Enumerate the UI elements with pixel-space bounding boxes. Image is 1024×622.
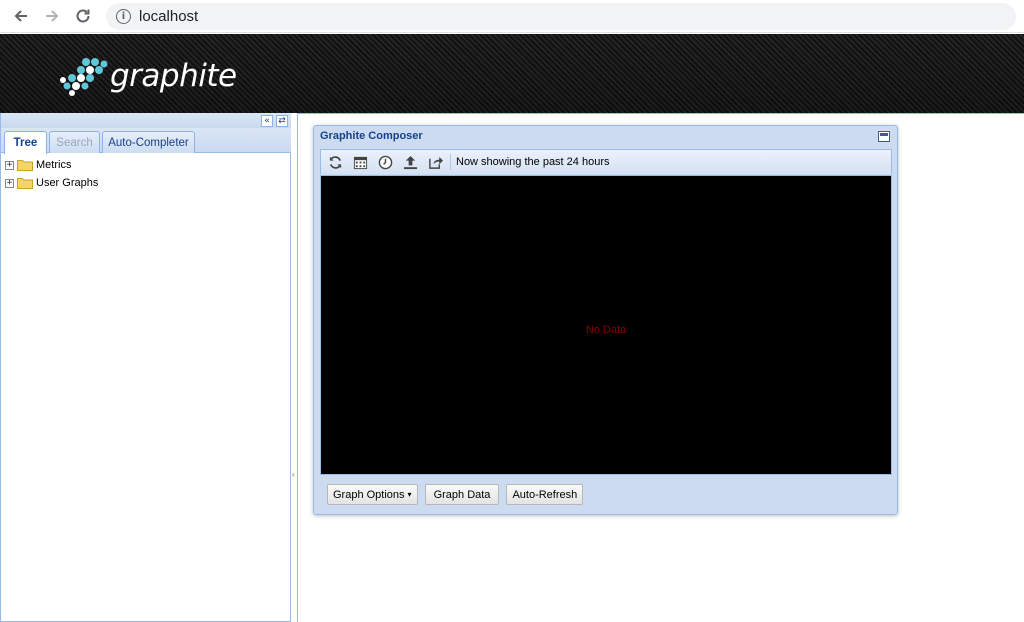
calendar-icon[interactable] (352, 154, 368, 170)
upload-icon[interactable] (402, 154, 418, 170)
tree-node-label: Metrics (36, 159, 72, 171)
graph-data-label: Graph Data (433, 488, 491, 501)
navigation-panel: « ⇄ Tree Search Auto-Completer + Metrics… (0, 113, 291, 622)
expand-icon[interactable]: + (5, 178, 14, 188)
tab-auto-completer[interactable]: Auto-Completer (102, 131, 195, 153)
graph-data-button[interactable]: Graph Data (424, 484, 500, 505)
graphite-logo: graphite (58, 56, 237, 96)
clock-icon[interactable] (377, 154, 393, 170)
address-bar[interactable]: i localhost (106, 3, 1016, 30)
panel-tools: « ⇄ (1, 113, 291, 128)
logo-text: graphite (110, 58, 237, 94)
tree-node-label: User Graphs (36, 177, 99, 189)
url-text: localhost (139, 8, 199, 25)
share-icon[interactable] (427, 154, 443, 170)
composer-button-bar: Graph Options ▾ Graph Data Auto-Refresh (327, 484, 590, 505)
forward-icon[interactable] (40, 4, 64, 28)
collapse-panel-icon[interactable]: « (261, 115, 273, 127)
toolbar-separator (450, 154, 451, 170)
composer-toolbar: Now showing the past 24 hours (320, 149, 892, 174)
reload-icon[interactable] (71, 4, 95, 28)
folder-icon (17, 160, 33, 171)
auto-refresh-label: Auto-Refresh (512, 488, 578, 501)
expand-icon[interactable]: + (5, 160, 14, 170)
metrics-tree: + Metrics + User Graphs (5, 156, 98, 192)
main-area-top-border (297, 113, 1024, 114)
dropdown-arrow-icon: ▾ (407, 490, 412, 499)
composer-window: Graphite Composer Now showing the past 2… (313, 125, 898, 515)
panel-tabs: Tree Search Auto-Completer (1, 128, 291, 154)
graph-options-button[interactable]: Graph Options ▾ (327, 484, 418, 505)
graph-options-label: Graph Options (333, 488, 405, 501)
tree-node-metrics[interactable]: + Metrics (5, 156, 98, 174)
info-icon[interactable]: i (116, 9, 131, 24)
folder-icon (17, 178, 33, 189)
refresh-tree-icon[interactable]: ⇄ (276, 115, 288, 127)
time-range-status: Now showing the past 24 hours (456, 156, 610, 168)
main-area-border (297, 113, 298, 622)
browser-toolbar: i localhost (0, 0, 1024, 33)
hexagon-logo-icon (60, 58, 108, 96)
maximize-icon[interactable] (878, 131, 890, 142)
graph-canvas[interactable]: No Data (320, 175, 892, 475)
auto-refresh-button[interactable]: Auto-Refresh (506, 484, 584, 505)
composer-title: Graphite Composer (320, 130, 423, 142)
tree-node-user-graphs[interactable]: + User Graphs (5, 174, 98, 192)
splitter-handle-icon[interactable]: ‹ (292, 470, 296, 480)
app-header: graphite (0, 34, 1024, 113)
refresh-icon[interactable] (327, 154, 343, 170)
tab-search[interactable]: Search (49, 131, 100, 153)
no-data-message: No Data (585, 324, 627, 336)
back-icon[interactable] (9, 4, 33, 28)
tab-tree[interactable]: Tree (4, 131, 47, 154)
